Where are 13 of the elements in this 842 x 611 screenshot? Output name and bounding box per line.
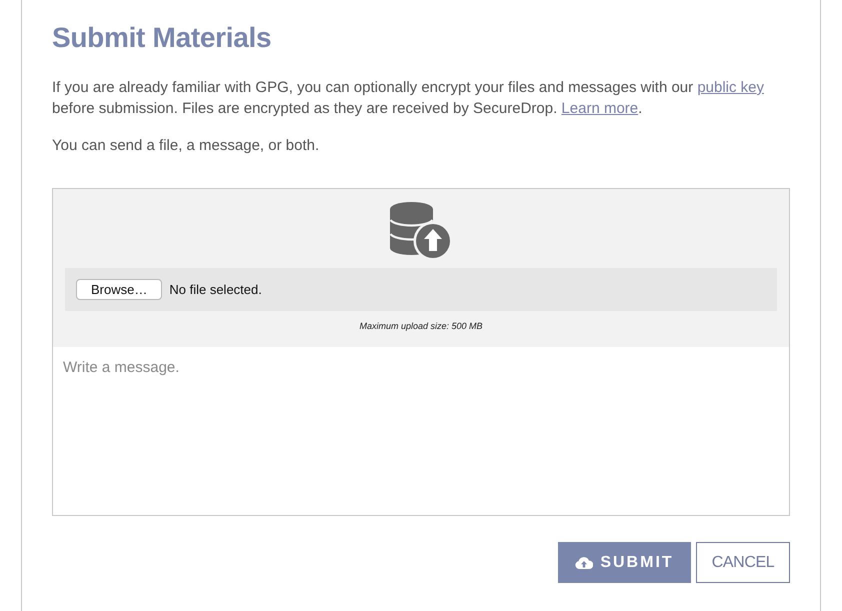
note-text: You can send a file, a message, or both. <box>52 136 320 156</box>
cancel-button[interactable]: CANCEL <box>696 542 790 583</box>
inline-link[interactable]: Learn more <box>561 100 638 117</box>
inline-link[interactable]: public key <box>697 79 764 96</box>
cloud-upload-icon <box>575 556 594 569</box>
file-status-text: No file selected. <box>169 282 262 297</box>
submit-button[interactable]: SUBMIT <box>558 542 691 583</box>
browse-button[interactable]: Browse… <box>76 279 162 300</box>
max-upload-size-text: Maximum upload size: 500 MB <box>359 321 483 331</box>
database-upload-icon <box>390 202 452 261</box>
page-title: Submit Materials <box>52 21 272 55</box>
intro-text: If you are already familiar with GPG, you can optionally encrypt your files and messages with our public key before submission. Files are encrypted as they are received by SecureDrop. Learn more. <box>52 78 766 119</box>
message-field[interactable]: Write a message. <box>52 347 790 516</box>
